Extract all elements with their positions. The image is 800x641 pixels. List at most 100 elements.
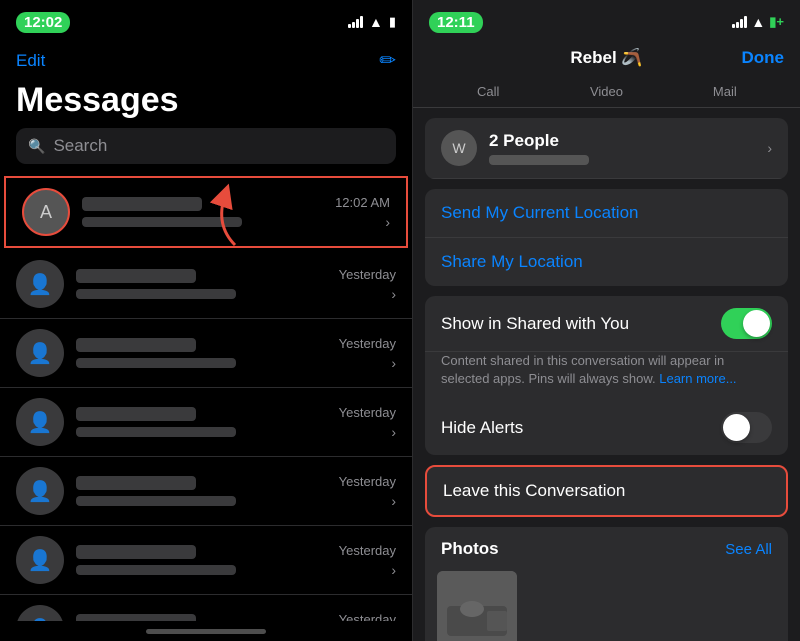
avatar-6: 👤: [16, 605, 64, 621]
tab-bar: Call Video Mail: [413, 76, 800, 108]
conv-preview-1: [76, 289, 236, 299]
photos-title: Photos: [441, 539, 499, 559]
conv-content-6: [76, 614, 339, 621]
avatar-0: A: [22, 188, 70, 236]
conv-preview-0: [82, 217, 242, 227]
share-location-row[interactable]: Share My Location: [425, 238, 788, 286]
people-avatar: W: [441, 130, 477, 166]
photos-see-all-button[interactable]: See All: [725, 541, 772, 558]
detail-content: W 2 People › Send My Current Location Sh…: [413, 108, 800, 641]
shared-with-you-toggle[interactable]: [721, 308, 772, 339]
location-section: Send My Current Location Share My Locati…: [425, 189, 788, 286]
photo-thumbnail-0[interactable]: W: [437, 571, 517, 641]
signal-icon-right: [732, 16, 747, 28]
search-input[interactable]: Search: [53, 136, 107, 156]
avatar-container-1: 👤: [16, 260, 64, 308]
conv-preview-2: [76, 358, 236, 368]
conv-chevron-1: ›: [391, 286, 396, 302]
status-time-right: 12:11: [429, 12, 483, 33]
hide-alerts-row: Hide Alerts: [425, 400, 788, 455]
conv-name-1: [76, 269, 196, 283]
people-info: 2 People: [489, 131, 767, 165]
conversation-item-4[interactable]: 👤 Yesterday ›: [0, 457, 412, 526]
people-row[interactable]: W 2 People ›: [425, 118, 788, 179]
search-bar[interactable]: 🔍 Search: [16, 128, 396, 164]
conv-name-5: [76, 545, 196, 559]
conv-name-2: [76, 338, 196, 352]
avatar-container-6: 👤: [16, 605, 64, 621]
battery-icon: ▮: [389, 14, 396, 30]
conversation-item-5[interactable]: 👤 Yesterday ›: [0, 526, 412, 595]
compose-button[interactable]: ✏: [379, 48, 396, 73]
conversation-item-1[interactable]: 👤 Yesterday ›: [0, 250, 412, 319]
conv-preview-3: [76, 427, 236, 437]
conv-meta-2: Yesterday ›: [339, 336, 396, 371]
avatar-3: 👤: [16, 398, 64, 446]
conversations-list: A 12:02 AM › 👤 Yesterday ›: [0, 174, 412, 621]
conversation-item-0[interactable]: A 12:02 AM ›: [4, 176, 408, 248]
avatar-container-5: 👤: [16, 536, 64, 584]
tab-mail[interactable]: Mail: [666, 76, 784, 107]
conv-time-0: 12:02 AM: [335, 195, 390, 210]
hide-alerts-toggle[interactable]: [721, 412, 772, 443]
photos-header: Photos See All: [425, 527, 788, 571]
conv-meta-4: Yesterday ›: [339, 474, 396, 509]
learn-more-link[interactable]: Learn more...: [659, 371, 736, 386]
settings-section: Show in Shared with You Content shared i…: [425, 296, 788, 455]
conv-meta-3: Yesterday ›: [339, 405, 396, 440]
conv-time-5: Yesterday: [339, 543, 396, 558]
avatar-5: 👤: [16, 536, 64, 584]
detail-title: Rebel 🪃: [570, 48, 642, 68]
conv-meta-6: Yesterday ›: [339, 612, 396, 622]
conv-chevron-5: ›: [391, 562, 396, 578]
conv-meta-0: 12:02 AM ›: [335, 195, 390, 230]
conv-name-0: [82, 197, 202, 211]
conv-time-1: Yesterday: [339, 267, 396, 282]
leave-conversation-row[interactable]: Leave this Conversation: [427, 467, 786, 515]
conv-preview-4: [76, 496, 236, 506]
conv-content-3: [76, 407, 339, 437]
conv-content-0: [82, 197, 335, 227]
conv-chevron-0: ›: [385, 214, 390, 230]
conv-content-1: [76, 269, 339, 299]
conv-chevron-4: ›: [391, 493, 396, 509]
avatar-1: 👤: [16, 260, 64, 308]
leave-section: Leave this Conversation: [425, 465, 788, 517]
conversation-item-2[interactable]: 👤 Yesterday ›: [0, 319, 412, 388]
shared-with-you-row: Show in Shared with You: [425, 296, 788, 352]
avatar-container-2: 👤: [16, 329, 64, 377]
shared-with-you-label: Show in Shared with You: [441, 314, 721, 334]
done-button[interactable]: Done: [742, 48, 785, 68]
messages-panel: 12:02 ▲ ▮ Edit ✏ Messages 🔍 Search A: [0, 0, 413, 641]
send-location-row[interactable]: Send My Current Location: [425, 189, 788, 238]
shared-description: Content shared in this conversation will…: [425, 352, 788, 400]
messages-header: Edit ✏: [0, 44, 412, 81]
photos-section: Photos See All W: [425, 527, 788, 641]
status-bar-right: 12:11 ▲ ▮+: [413, 0, 800, 44]
conv-time-6: Yesterday: [339, 612, 396, 622]
conv-name-4: [76, 476, 196, 490]
signal-icon: [348, 16, 363, 28]
conv-meta-5: Yesterday ›: [339, 543, 396, 578]
conversation-item-3[interactable]: 👤 Yesterday ›: [0, 388, 412, 457]
avatar-4: 👤: [16, 467, 64, 515]
tab-call[interactable]: Call: [429, 76, 547, 107]
tab-video[interactable]: Video: [547, 76, 665, 107]
people-count: 2 People: [489, 131, 767, 151]
avatar-container-0: A: [22, 188, 70, 236]
battery-icon-right: ▮+: [769, 14, 784, 30]
share-location-label: Share My Location: [441, 252, 583, 271]
detail-panel: 12:11 ▲ ▮+ Rebel 🪃 Done Call Video Mail: [413, 0, 800, 641]
status-bar-left: 12:02 ▲ ▮: [0, 0, 412, 44]
edit-button[interactable]: Edit: [16, 51, 45, 71]
home-indicator: [0, 621, 412, 641]
messages-title: Messages: [0, 81, 412, 128]
people-section: W 2 People ›: [425, 118, 788, 179]
conversation-item-6[interactable]: 👤 Yesterday ›: [0, 595, 412, 621]
conv-name-3: [76, 407, 196, 421]
avatar-2: 👤: [16, 329, 64, 377]
avatar-container-4: 👤: [16, 467, 64, 515]
avatar-container-3: 👤: [16, 398, 64, 446]
send-location-label: Send My Current Location: [441, 203, 639, 222]
conv-time-2: Yesterday: [339, 336, 396, 351]
